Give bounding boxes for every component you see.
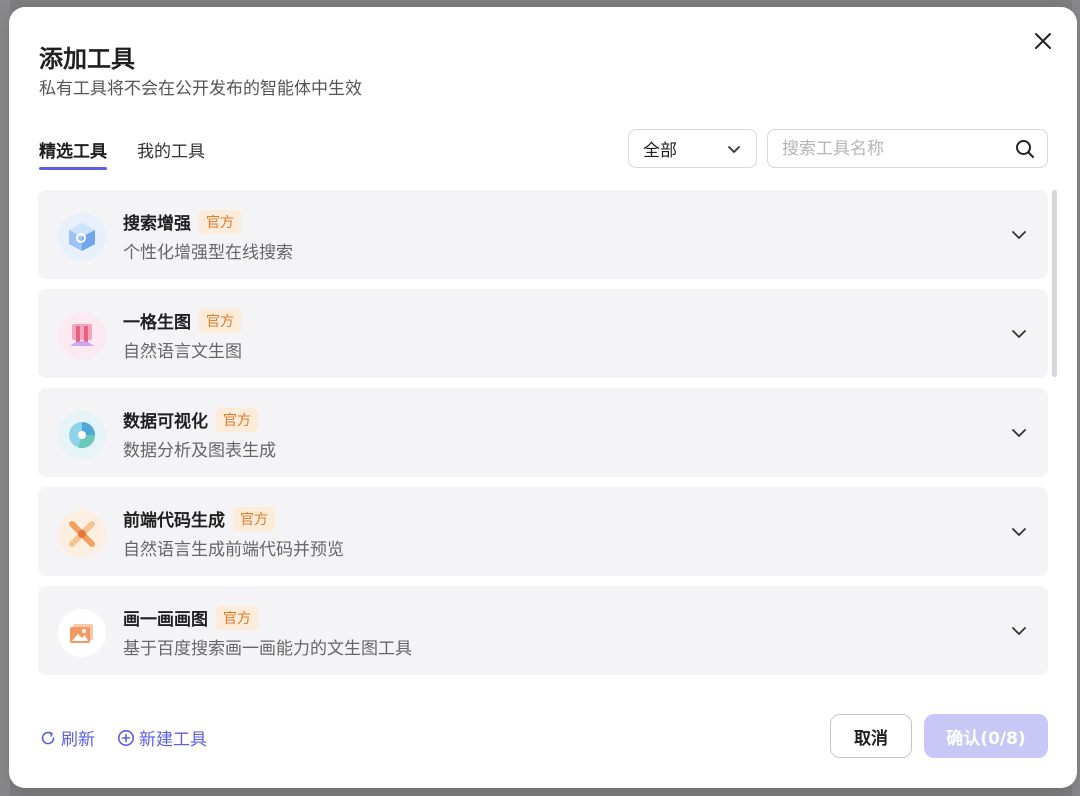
tab-my-tools[interactable]: 我的工具 [137, 137, 205, 170]
plus-circle-icon [118, 729, 134, 746]
tool-tabs: 精选工具 我的工具 [39, 137, 205, 170]
close-button[interactable] [1031, 29, 1055, 53]
tool-description: 自然语言生成前端代码并预览 [123, 540, 344, 560]
search-input[interactable] [782, 138, 1015, 159]
new-tool-label: 新建工具 [139, 730, 207, 750]
refresh-button[interactable]: 刷新 [39, 725, 95, 750]
cube-search-icon [58, 213, 106, 261]
tab-featured-tools[interactable]: 精选工具 [39, 137, 107, 170]
official-badge: 官方 [216, 605, 258, 630]
tool-name: 一格生图 [123, 313, 191, 333]
filter-selected-value: 全部 [643, 141, 677, 161]
confirm-button[interactable]: 确认(0/8) [924, 714, 1048, 758]
tool-item-image-gen[interactable]: 一格生图 官方 自然语言文生图 [38, 289, 1048, 378]
chevron-down-icon [728, 145, 740, 153]
tool-name: 画一画画图 [123, 610, 208, 630]
chevron-down-icon[interactable] [1010, 622, 1028, 640]
tool-description: 数据分析及图表生成 [123, 441, 276, 461]
dialog-title: 添加工具 [39, 45, 135, 73]
refresh-icon [41, 731, 55, 744]
tool-list: 搜索增强 官方 个性化增强型在线搜索 一格生图 官方 自然语言文生图 数据可视化… [38, 190, 1048, 685]
tool-description: 自然语言文生图 [123, 342, 242, 362]
image-gen-icon [58, 312, 106, 360]
tool-list-scrollbar[interactable] [1052, 190, 1057, 377]
category-filter-select[interactable]: 全部 [628, 129, 757, 168]
chevron-down-icon[interactable] [1010, 523, 1028, 541]
add-tool-dialog: 添加工具 私有工具将不会在公开发布的智能体中生效 精选工具 我的工具 全部 搜索… [9, 7, 1077, 788]
tool-search-box [767, 129, 1048, 168]
tool-name: 数据可视化 [123, 412, 208, 432]
chevron-down-icon[interactable] [1010, 325, 1028, 343]
tool-name: 搜索增强 [123, 214, 191, 234]
tool-description: 个性化增强型在线搜索 [123, 243, 293, 263]
official-badge: 官方 [199, 308, 241, 333]
close-icon [1035, 33, 1051, 49]
data-viz-icon [58, 411, 106, 459]
new-tool-button[interactable]: 新建工具 [117, 725, 207, 750]
official-badge: 官方 [199, 209, 241, 234]
tool-name: 前端代码生成 [123, 511, 225, 531]
tool-item-draw[interactable]: 画一画画图 官方 基于百度搜索画一画能力的文生图工具 [38, 586, 1048, 675]
code-gen-icon [58, 510, 106, 558]
cancel-button[interactable]: 取消 [830, 714, 912, 758]
official-badge: 官方 [216, 407, 258, 432]
refresh-label: 刷新 [61, 730, 95, 750]
dialog-subtitle: 私有工具将不会在公开发布的智能体中生效 [39, 79, 362, 99]
tool-item-code-gen[interactable]: 前端代码生成 官方 自然语言生成前端代码并预览 [38, 487, 1048, 576]
chevron-down-icon[interactable] [1010, 226, 1028, 244]
official-badge: 官方 [233, 506, 275, 531]
tool-description: 基于百度搜索画一画能力的文生图工具 [123, 639, 412, 659]
footer-links: 刷新 新建工具 [39, 725, 207, 750]
picture-icon [58, 609, 106, 657]
search-icon[interactable] [1015, 139, 1035, 159]
chevron-down-icon[interactable] [1010, 424, 1028, 442]
tool-item-data-viz[interactable]: 数据可视化 官方 数据分析及图表生成 [38, 388, 1048, 477]
tool-item-search-enhance[interactable]: 搜索增强 官方 个性化增强型在线搜索 [38, 190, 1048, 279]
